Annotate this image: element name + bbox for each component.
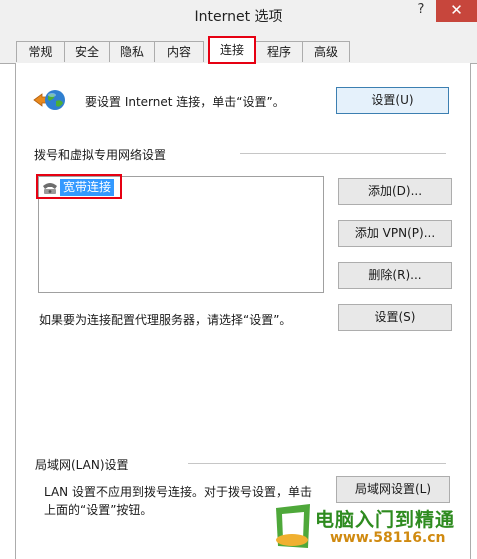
lan-settings-button[interactable]: 局域网设置(L) (336, 476, 450, 503)
tab-general[interactable]: 常规 (16, 41, 65, 62)
lan-info-line1: LAN 设置不应用到拨号连接。对于拨号设置，单击 (44, 485, 312, 499)
window-title: Internet 选项 (194, 9, 283, 25)
dialup-heading: 拨号和虚拟专用网络设置 (34, 148, 167, 162)
watermark-url: www.58116.cn (330, 530, 446, 546)
setup-instruction: 要设置 Internet 连接，单击“设置”。 (85, 95, 285, 109)
section-divider (240, 153, 446, 154)
globe-network-icon (33, 90, 65, 110)
add-vpn-button[interactable]: 添加 VPN(P)... (338, 220, 452, 247)
tab-security[interactable]: 安全 (64, 41, 110, 62)
tab-privacy[interactable]: 隐私 (109, 41, 155, 62)
setup-button[interactable]: 设置(U) (336, 87, 449, 114)
tab-advanced[interactable]: 高级 (302, 41, 350, 62)
watermark-logo-icon (276, 504, 310, 548)
connection-highlight-box (36, 174, 122, 199)
tab-content[interactable]: 内容 (154, 41, 204, 62)
lan-divider (188, 463, 446, 464)
remove-button[interactable]: 删除(R)... (338, 262, 452, 289)
add-button[interactable]: 添加(D)... (338, 178, 452, 205)
proxy-instruction: 如果要为连接配置代理服务器，请选择“设置”。 (39, 313, 292, 327)
help-button[interactable]: ? (408, 0, 434, 22)
close-button[interactable]: ✕ (436, 0, 477, 22)
lan-heading: 局域网(LAN)设置 (35, 458, 129, 472)
watermark-text: 电脑入门到精通 (315, 509, 456, 531)
tab-highlight-box (208, 36, 256, 64)
lan-info-line2: 上面的“设置”按钮。 (44, 503, 153, 517)
tab-programs[interactable]: 程序 (255, 41, 303, 62)
title-bar: Internet 选项 ? ✕ (0, 0, 477, 31)
settings-button[interactable]: 设置(S) (338, 304, 452, 331)
